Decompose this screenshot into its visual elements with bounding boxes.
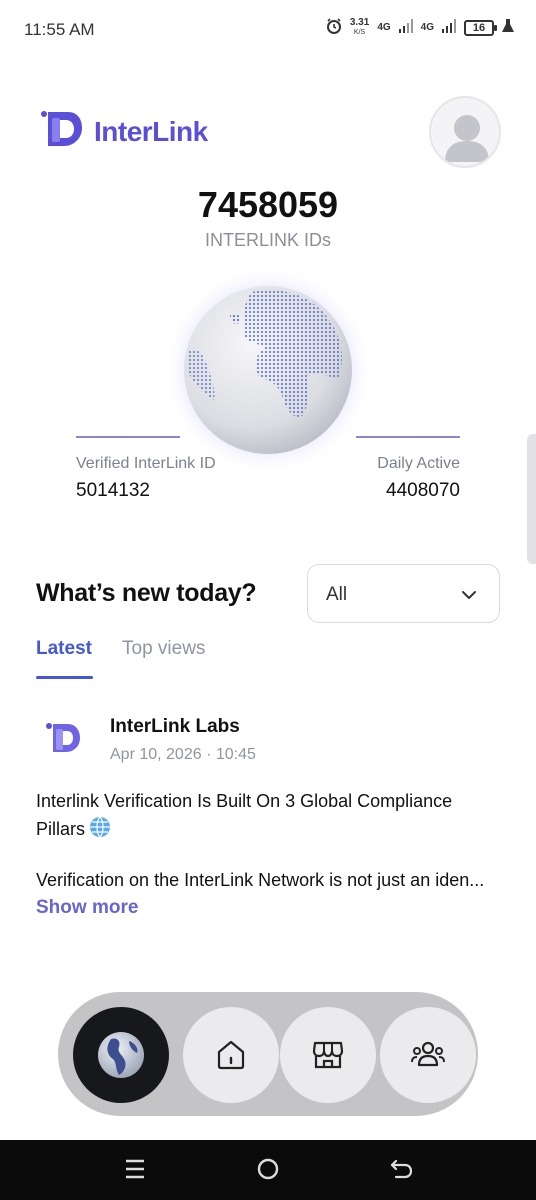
status-bar: 11:55 AM 3.31 K/S 4G 4G 16 xyxy=(0,0,536,60)
post-body: Verification on the InterLink Network is… xyxy=(36,870,485,890)
brand-name: InterLink xyxy=(94,115,208,147)
total-ids-label: INTERLINK IDs xyxy=(204,230,332,250)
globe-illustration xyxy=(160,262,376,478)
network-1: 4G xyxy=(377,22,391,33)
bottom-nav xyxy=(58,992,478,1116)
profile-avatar[interactable] xyxy=(429,96,501,168)
net-speed: 3.31 K/S xyxy=(350,18,369,37)
post-title: Interlink Verification Is Built On 3 Glo… xyxy=(36,787,506,846)
filter-dropdown[interactable]: All xyxy=(307,564,500,623)
nav-globe-button[interactable] xyxy=(73,1007,169,1103)
nav-community-button[interactable] xyxy=(380,1007,476,1103)
store-icon xyxy=(312,1041,344,1069)
alarm-icon xyxy=(326,18,342,37)
net-speed-value: 3.31 xyxy=(349,17,370,28)
home-icon xyxy=(217,1040,245,1070)
section-title: What’s new today? xyxy=(36,579,257,607)
signal-icon xyxy=(398,19,413,36)
brand-logo: InterLink xyxy=(38,106,208,157)
post-author-name: InterLink Labs xyxy=(110,716,240,737)
interlink-logo-icon xyxy=(46,723,80,752)
system-nav-bar xyxy=(0,1140,536,1200)
menu-icon[interactable] xyxy=(124,1157,146,1186)
battery-icon: 16 xyxy=(464,19,497,36)
show-more-link[interactable]: Show more xyxy=(36,897,138,919)
side-edge-handle[interactable] xyxy=(527,434,536,564)
user-icon xyxy=(445,115,489,162)
network-2: 4G xyxy=(420,22,434,33)
signal-icon xyxy=(442,19,456,36)
tab-latest[interactable]: Latest xyxy=(36,638,92,660)
interlink-logo-icon xyxy=(38,106,84,157)
post-date: Apr 10, 2026 · 10:45 xyxy=(110,746,256,763)
filter-value: All xyxy=(326,584,348,605)
tab-top-views[interactable]: Top views xyxy=(122,638,205,660)
home-circle-icon[interactable] xyxy=(256,1157,280,1186)
net-speed-unit: K/S xyxy=(353,29,366,36)
community-icon xyxy=(411,1041,445,1067)
tab-active-indicator xyxy=(36,676,93,679)
chevron-down-icon xyxy=(461,587,477,608)
total-ids-count: 7458059 xyxy=(197,184,339,225)
status-time: 11:55 AM xyxy=(24,20,95,39)
globe-emoji-icon xyxy=(89,816,111,846)
back-icon[interactable] xyxy=(390,1157,414,1186)
daily-active-value: 4408070 xyxy=(386,480,460,501)
post-author-avatar[interactable] xyxy=(40,714,88,762)
globe-icon xyxy=(98,1032,144,1078)
daily-active-label: Daily Active xyxy=(377,455,460,472)
verified-ids-label: Verified InterLink ID xyxy=(76,455,216,472)
nav-store-button[interactable] xyxy=(280,1007,376,1103)
status-icons: 3.31 K/S 4G 4G 16 xyxy=(326,18,514,37)
verified-ids-value: 5014132 xyxy=(76,480,150,501)
flask-icon xyxy=(502,19,514,36)
nav-home-button[interactable] xyxy=(183,1007,279,1103)
